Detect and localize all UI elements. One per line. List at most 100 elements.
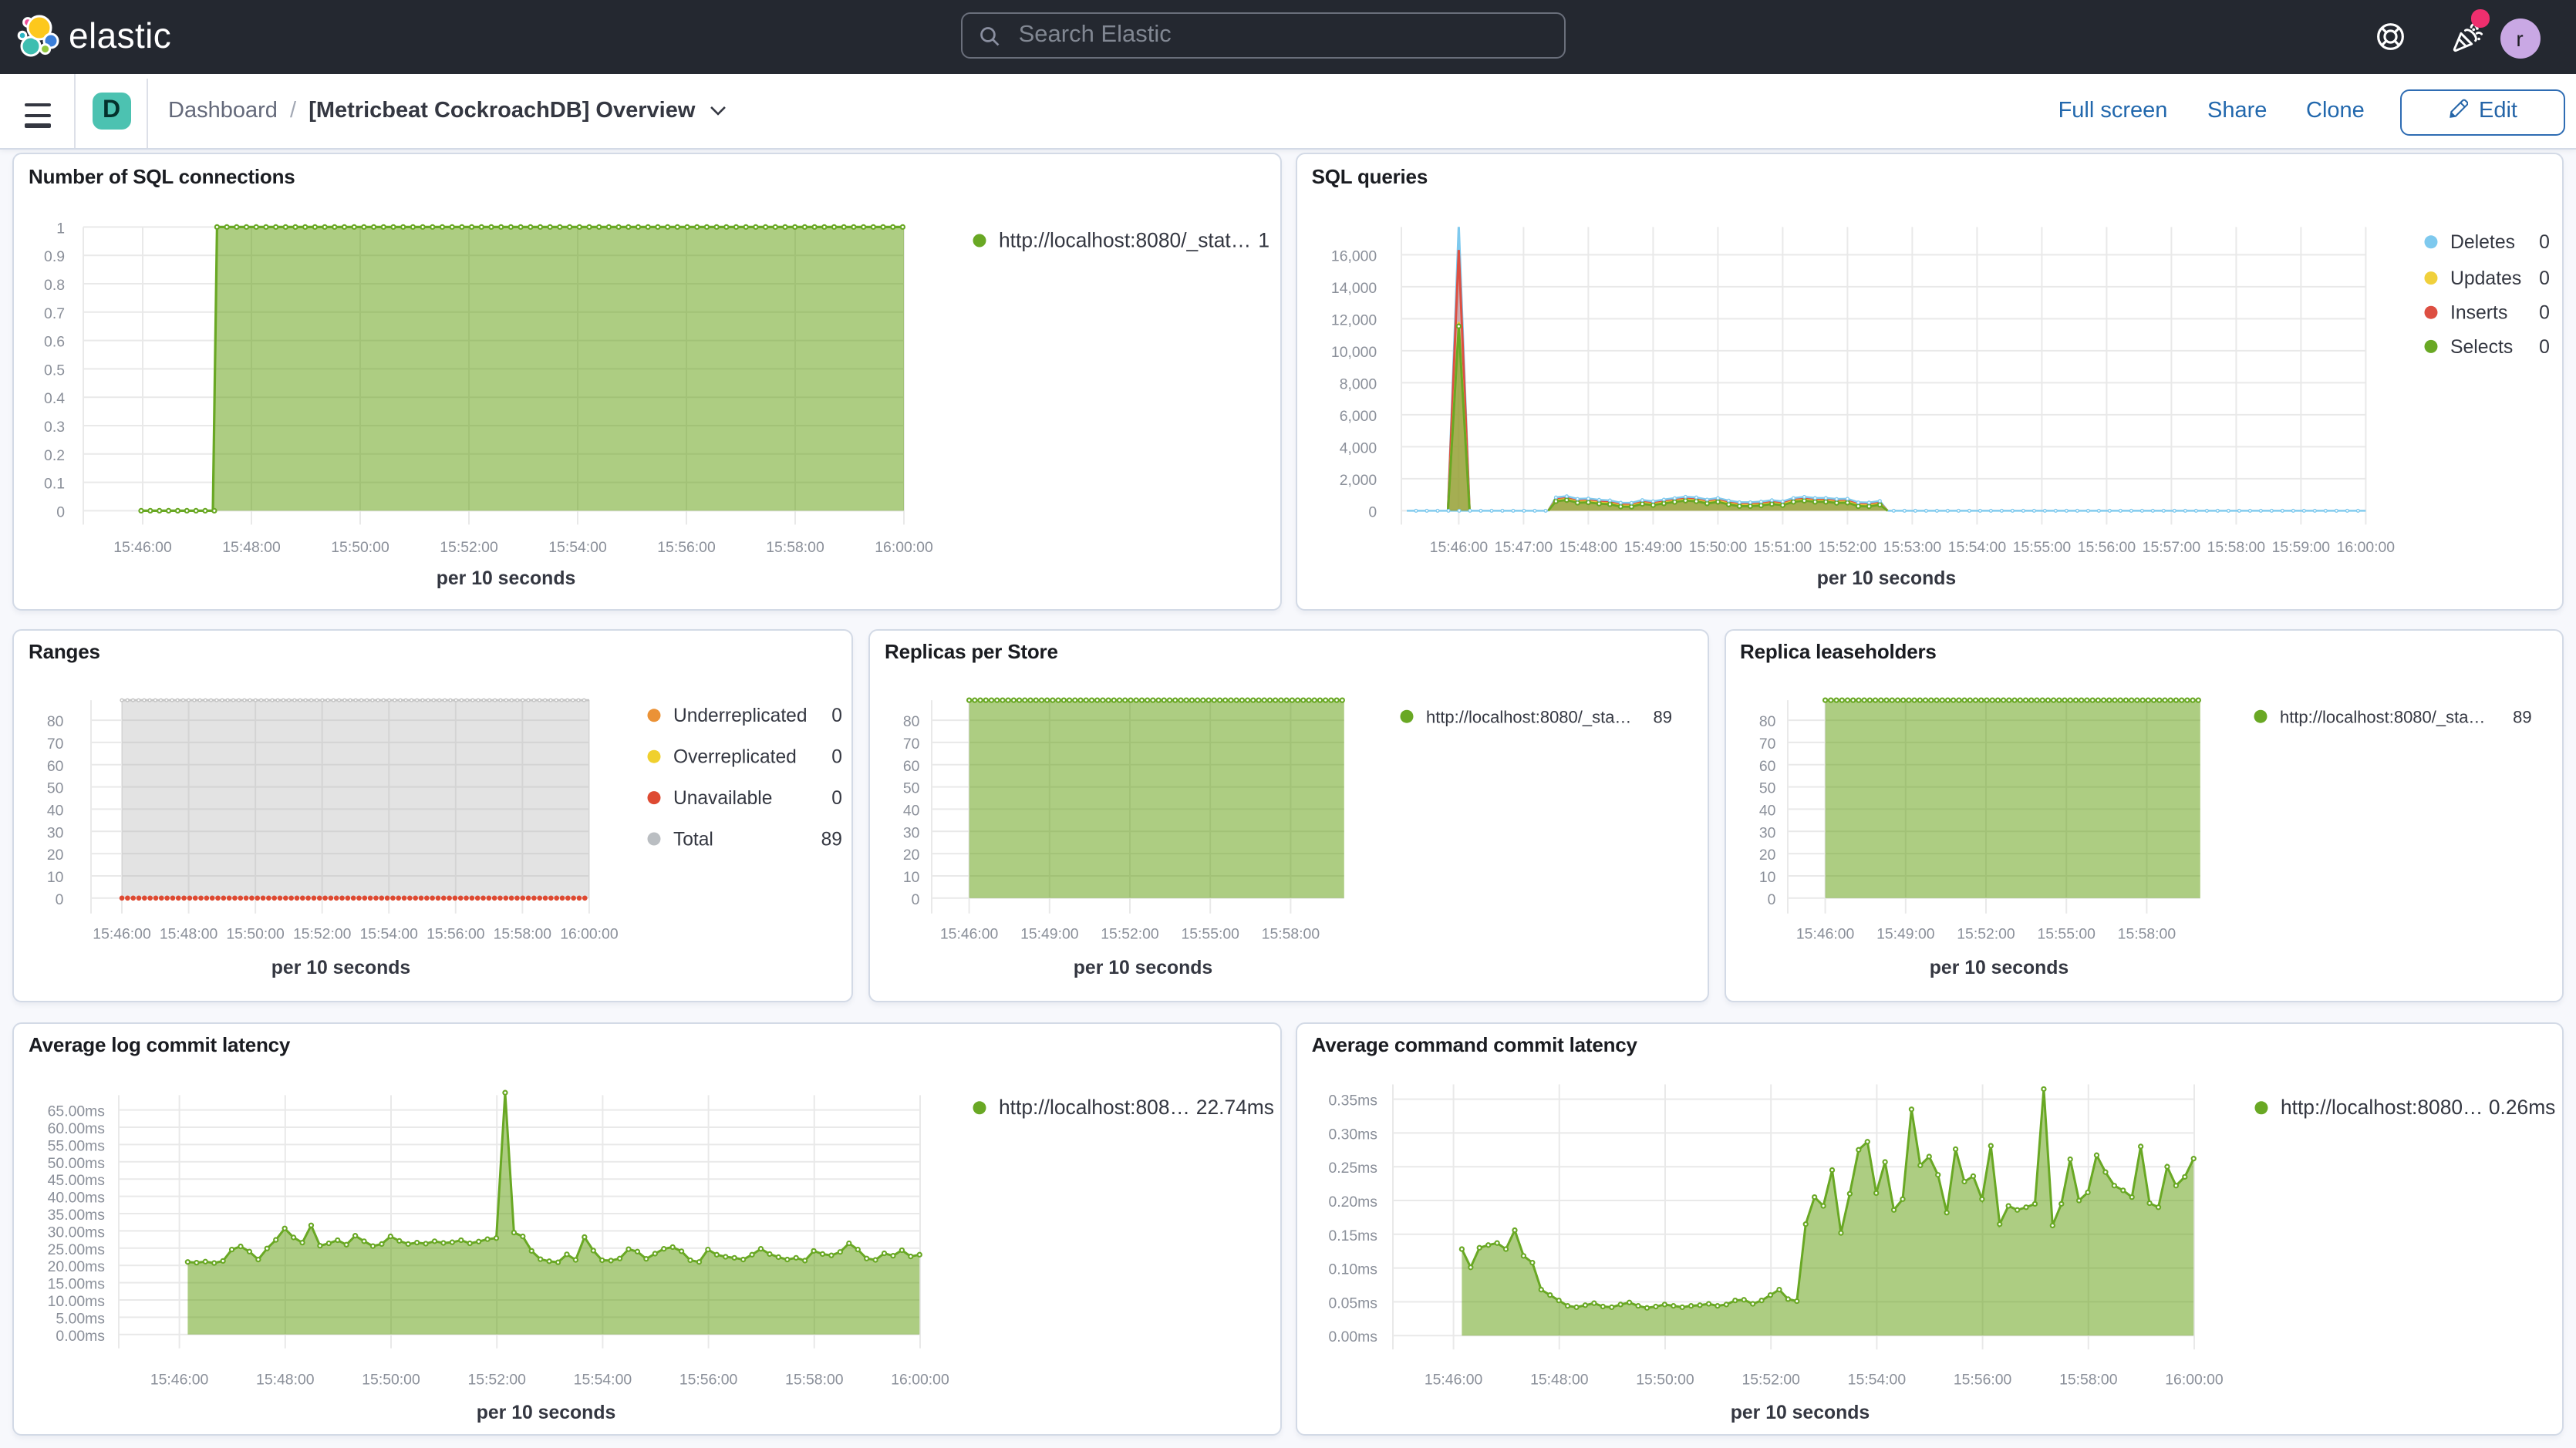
svg-text:16:00:00: 16:00:00	[2165, 1371, 2224, 1388]
svg-text:Updates: Updates	[2450, 268, 2521, 289]
svg-text:0: 0	[831, 705, 842, 726]
svg-text:50: 50	[903, 780, 920, 796]
svg-text:0: 0	[912, 891, 920, 908]
svg-text:0: 0	[1368, 503, 1377, 520]
svg-text:15:58:00: 15:58:00	[1262, 925, 1320, 942]
svg-text:0: 0	[56, 503, 65, 520]
svg-text:50: 50	[47, 780, 64, 796]
svg-text:0.26ms: 0.26ms	[2488, 1095, 2555, 1118]
svg-text:15:49:00: 15:49:00	[1020, 925, 1079, 942]
svg-text:0.35ms: 0.35ms	[1328, 1092, 1377, 1109]
svg-text:http://localhost:8080/_sta…: http://localhost:8080/_sta…	[1426, 707, 1631, 726]
svg-text:15:52:00: 15:52:00	[1741, 1371, 1800, 1388]
svg-text:15:50:00: 15:50:00	[362, 1371, 420, 1388]
svg-text:15:46:00: 15:46:00	[113, 539, 172, 556]
svg-text:40: 40	[47, 802, 64, 819]
svg-text:10,000: 10,000	[1331, 344, 1377, 361]
svg-text:0.00ms: 0.00ms	[56, 1327, 105, 1344]
svg-text:15:54:00: 15:54:00	[1847, 1371, 1906, 1388]
svg-text:10.00ms: 10.00ms	[48, 1292, 105, 1309]
svg-text:15.00ms: 15.00ms	[48, 1275, 105, 1292]
svg-text:15:54:00: 15:54:00	[548, 539, 607, 556]
svg-text:15:54:00: 15:54:00	[574, 1371, 632, 1388]
svg-text:15:48:00: 15:48:00	[1559, 539, 1617, 556]
svg-text:20: 20	[1758, 846, 1775, 863]
svg-text:15:48:00: 15:48:00	[256, 1371, 315, 1388]
svg-text:0.2: 0.2	[44, 447, 65, 464]
svg-text:Selects: Selects	[2450, 337, 2513, 358]
svg-text:http://localhost:808…: http://localhost:808…	[999, 1095, 1190, 1118]
svg-text:1: 1	[1258, 228, 1269, 251]
svg-text:30: 30	[47, 823, 64, 840]
svg-text:0: 0	[2539, 303, 2550, 324]
svg-text:Total: Total	[673, 829, 713, 850]
svg-text:0: 0	[1767, 891, 1775, 908]
svg-text:0.8: 0.8	[44, 277, 65, 294]
svg-text:15:49:00: 15:49:00	[1623, 539, 1682, 556]
svg-text:5.00ms: 5.00ms	[56, 1310, 105, 1327]
svg-text:15:56:00: 15:56:00	[2077, 539, 2136, 556]
svg-text:15:50:00: 15:50:00	[226, 925, 285, 942]
svg-text:15:55:00: 15:55:00	[2012, 539, 2071, 556]
svg-text:15:52:00: 15:52:00	[1101, 925, 1159, 942]
svg-text:http://localhost:8080/_sta…: http://localhost:8080/_sta…	[2279, 707, 2484, 726]
svg-text:0.05ms: 0.05ms	[1328, 1295, 1377, 1312]
svg-text:Inserts: Inserts	[2450, 303, 2507, 324]
svg-text:15:50:00: 15:50:00	[331, 539, 389, 556]
svg-text:0.1: 0.1	[44, 476, 65, 493]
svg-text:89: 89	[821, 829, 842, 850]
svg-text:15:52:00: 15:52:00	[440, 539, 498, 556]
svg-text:1: 1	[56, 220, 65, 237]
svg-text:15:55:00: 15:55:00	[2036, 925, 2095, 942]
svg-text:30: 30	[903, 823, 920, 840]
svg-text:15:58:00: 15:58:00	[2059, 1371, 2118, 1388]
svg-text:15:56:00: 15:56:00	[657, 539, 716, 556]
svg-text:15:48:00: 15:48:00	[1530, 1371, 1589, 1388]
svg-text:10: 10	[1758, 868, 1775, 885]
svg-text:15:56:00: 15:56:00	[679, 1371, 738, 1388]
svg-text:per 10 seconds: per 10 seconds	[437, 568, 576, 589]
svg-text:http://localhost:8080…: http://localhost:8080…	[2281, 1095, 2483, 1118]
svg-text:0: 0	[2539, 337, 2550, 358]
svg-text:2,000: 2,000	[1339, 472, 1377, 489]
svg-text:50.00ms: 50.00ms	[48, 1154, 105, 1171]
svg-text:15:56:00: 15:56:00	[427, 925, 485, 942]
svg-text:Overreplicated: Overreplicated	[673, 746, 797, 767]
svg-text:0.20ms: 0.20ms	[1328, 1193, 1377, 1210]
svg-text:15:55:00: 15:55:00	[1181, 925, 1239, 942]
svg-text:per 10 seconds: per 10 seconds	[1730, 1402, 1869, 1423]
svg-text:16:00:00: 16:00:00	[2336, 539, 2395, 556]
svg-text:15:51:00: 15:51:00	[1753, 539, 1812, 556]
svg-text:0: 0	[2539, 232, 2550, 253]
svg-text:0.4: 0.4	[44, 390, 65, 407]
svg-text:0.25ms: 0.25ms	[1328, 1159, 1377, 1176]
svg-text:70: 70	[903, 735, 920, 752]
svg-text:6,000: 6,000	[1339, 408, 1377, 425]
svg-text:0: 0	[831, 787, 842, 808]
svg-text:0.7: 0.7	[44, 305, 65, 322]
svg-text:15:50:00: 15:50:00	[1688, 539, 1747, 556]
svg-text:http://localhost:8080/_stat…: http://localhost:8080/_stat…	[999, 228, 1251, 251]
svg-text:Underreplicated: Underreplicated	[673, 705, 808, 726]
svg-text:16,000: 16,000	[1331, 248, 1377, 264]
svg-text:0.5: 0.5	[44, 362, 65, 379]
svg-text:15:58:00: 15:58:00	[766, 539, 824, 556]
svg-text:65.00ms: 65.00ms	[48, 1103, 105, 1120]
svg-text:15:52:00: 15:52:00	[1956, 925, 2015, 942]
svg-text:15:48:00: 15:48:00	[160, 925, 218, 942]
svg-text:10: 10	[47, 868, 64, 885]
svg-text:15:52:00: 15:52:00	[1818, 539, 1876, 556]
svg-text:70: 70	[1758, 735, 1775, 752]
svg-text:0: 0	[56, 891, 64, 908]
svg-text:per 10 seconds: per 10 seconds	[1074, 957, 1212, 978]
svg-text:16:00:00: 16:00:00	[560, 925, 619, 942]
svg-text:15:46:00: 15:46:00	[1795, 925, 1854, 942]
svg-text:30: 30	[1758, 823, 1775, 840]
svg-text:0.30ms: 0.30ms	[1328, 1126, 1377, 1143]
svg-text:70: 70	[47, 735, 64, 752]
svg-text:15:58:00: 15:58:00	[785, 1371, 844, 1388]
svg-text:89: 89	[1654, 707, 1672, 726]
svg-text:35.00ms: 35.00ms	[48, 1206, 105, 1223]
svg-text:15:52:00: 15:52:00	[467, 1371, 526, 1388]
svg-text:per 10 seconds: per 10 seconds	[1929, 957, 2068, 978]
